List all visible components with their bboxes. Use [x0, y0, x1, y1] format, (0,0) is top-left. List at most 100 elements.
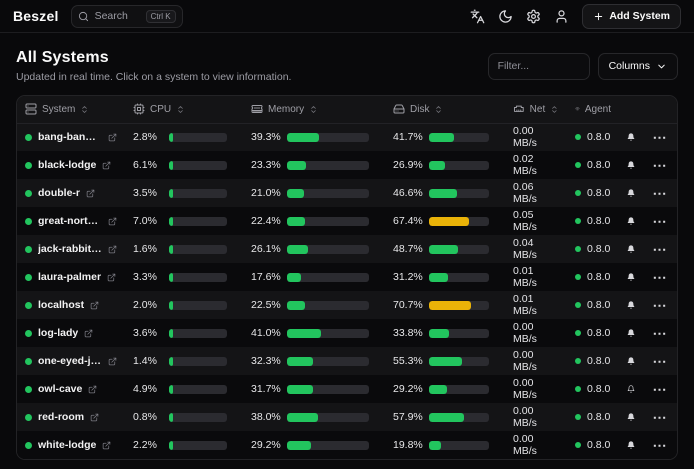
table-row[interactable]: double-r 3.5% 21.0% 46.6% 0.06 MB/s 0.8.…	[17, 179, 677, 207]
alerts-bell-icon[interactable]	[627, 215, 635, 227]
row-menu-button[interactable]: ⋯	[651, 270, 669, 284]
table-row[interactable]: bang-bang-bar 2.8% 39.3% 41.7% 0.00 MB/s…	[17, 123, 677, 151]
alerts-bell-icon[interactable]	[627, 131, 635, 143]
system-status-dot	[25, 162, 32, 169]
column-header-disk[interactable]: Disk	[385, 96, 505, 123]
agent-version: 0.8.0	[587, 215, 610, 227]
row-menu-button[interactable]: ⋯	[651, 130, 669, 144]
system-name: red-room	[38, 411, 84, 423]
cpu-bar	[169, 357, 227, 366]
alerts-bell-icon[interactable]	[627, 439, 635, 451]
column-label: Agent	[585, 104, 611, 115]
table-row[interactable]: log-lady 3.6% 41.0% 33.8% 0.00 MB/s 0.8.…	[17, 319, 677, 347]
server-icon	[25, 103, 37, 115]
alerts-bell-icon[interactable]	[627, 271, 635, 283]
row-menu-button[interactable]: ⋯	[651, 158, 669, 172]
agent-status-dot	[575, 134, 581, 140]
row-menu-button[interactable]: ⋯	[651, 186, 669, 200]
row-menu-button[interactable]: ⋯	[651, 438, 669, 452]
system-status-dot	[25, 134, 32, 141]
disk-value: 57.9%	[393, 411, 422, 423]
search-input[interactable]: Search Ctrl K	[71, 5, 183, 28]
row-menu-button[interactable]: ⋯	[651, 354, 669, 368]
sort-icon	[434, 105, 443, 114]
table-row[interactable]: black-lodge 6.1% 23.3% 26.9% 0.02 MB/s 0…	[17, 151, 677, 179]
table-row[interactable]: jack-rabbits-palace 1.6% 26.1% 48.7% 0.0…	[17, 235, 677, 263]
cpu-bar	[169, 301, 227, 310]
row-menu-button[interactable]: ⋯	[651, 326, 669, 340]
row-menu-button[interactable]: ⋯	[651, 382, 669, 396]
memory-bar	[287, 301, 369, 310]
net-value: 0.05 MB/s	[513, 209, 537, 233]
user-icon[interactable]	[554, 9, 569, 24]
disk-bar	[429, 385, 489, 394]
row-menu-button[interactable]: ⋯	[651, 214, 669, 228]
search-shortcut: Ctrl K	[146, 10, 176, 23]
agent-status-dot	[575, 442, 581, 448]
external-link-icon	[102, 161, 111, 170]
alerts-bell-icon[interactable]	[627, 327, 635, 339]
column-header-net[interactable]: Net	[505, 96, 567, 123]
row-menu-button[interactable]: ⋯	[651, 298, 669, 312]
external-link-icon	[108, 357, 117, 366]
memory-value: 17.6%	[251, 271, 280, 283]
table-row[interactable]: great-northern 7.0% 22.4% 67.4% 0.05 MB/…	[17, 207, 677, 235]
row-menu-button[interactable]: ⋯	[651, 242, 669, 256]
disk-bar	[429, 217, 489, 226]
memory-value: 22.4%	[251, 215, 280, 227]
system-name: black-lodge	[38, 159, 96, 171]
column-header-alerts	[619, 96, 643, 123]
chevron-down-icon	[656, 61, 667, 72]
main-content: All Systems Updated in real time. Click …	[0, 33, 694, 460]
cpu-value: 0.8%	[133, 411, 162, 423]
settings-icon[interactable]	[526, 9, 541, 24]
column-header-system[interactable]: System	[17, 96, 125, 123]
cpu-value: 2.2%	[133, 439, 162, 451]
system-name: white-lodge	[38, 439, 96, 451]
net-value: 0.01 MB/s	[513, 293, 537, 317]
add-system-button[interactable]: Add System	[582, 4, 681, 29]
memory-bar	[287, 189, 369, 198]
external-link-icon	[107, 273, 116, 282]
agent-status-dot	[575, 414, 581, 420]
cpu-icon	[133, 103, 145, 115]
alerts-bell-icon[interactable]	[627, 355, 635, 367]
system-status-dot	[25, 246, 32, 253]
languages-icon[interactable]	[470, 9, 485, 24]
systems-table-card: System CPU Memory Di	[16, 95, 678, 460]
sort-icon	[309, 105, 318, 114]
alerts-bell-icon[interactable]	[627, 159, 635, 171]
memory-value: 26.1%	[251, 243, 280, 255]
columns-button[interactable]: Columns	[598, 53, 678, 80]
table-row[interactable]: red-room 0.8% 38.0% 57.9% 0.00 MB/s 0.8.…	[17, 403, 677, 431]
disk-value: 48.7%	[393, 243, 422, 255]
disk-value: 26.9%	[393, 159, 422, 171]
theme-toggle-icon[interactable]	[498, 9, 513, 24]
table-row[interactable]: laura-palmer 3.3% 17.6% 31.2% 0.01 MB/s …	[17, 263, 677, 291]
alerts-bell-icon[interactable]	[627, 411, 635, 423]
disk-value: 29.2%	[393, 383, 422, 395]
alerts-bell-icon[interactable]	[627, 243, 635, 255]
agent-version: 0.8.0	[587, 327, 610, 339]
agent-version: 0.8.0	[587, 299, 610, 311]
table-row[interactable]: owl-cave 4.9% 31.7% 29.2% 0.00 MB/s 0.8.…	[17, 375, 677, 403]
agent-status-dot	[575, 274, 581, 280]
alerts-bell-icon[interactable]	[627, 299, 635, 311]
app-logo[interactable]: Beszel	[13, 8, 59, 24]
column-header-memory[interactable]: Memory	[243, 96, 385, 123]
alerts-bell-icon[interactable]	[627, 187, 635, 199]
table-row[interactable]: one-eyed-jacks 1.4% 32.3% 55.3% 0.00 MB/…	[17, 347, 677, 375]
net-value: 0.06 MB/s	[513, 181, 537, 205]
table-row[interactable]: localhost 2.0% 22.5% 70.7% 0.01 MB/s 0.8…	[17, 291, 677, 319]
cpu-bar	[169, 217, 227, 226]
column-header-agent[interactable]: Agent	[567, 96, 619, 123]
external-link-icon	[108, 217, 117, 226]
table-row[interactable]: white-lodge 2.2% 29.2% 19.8% 0.00 MB/s 0…	[17, 431, 677, 459]
alerts-bell-icon[interactable]	[627, 383, 635, 395]
column-header-cpu[interactable]: CPU	[125, 96, 243, 123]
disk-bar	[429, 189, 489, 198]
filter-input[interactable]	[488, 53, 590, 80]
disk-bar	[429, 301, 489, 310]
agent-version: 0.8.0	[587, 411, 610, 423]
row-menu-button[interactable]: ⋯	[651, 410, 669, 424]
